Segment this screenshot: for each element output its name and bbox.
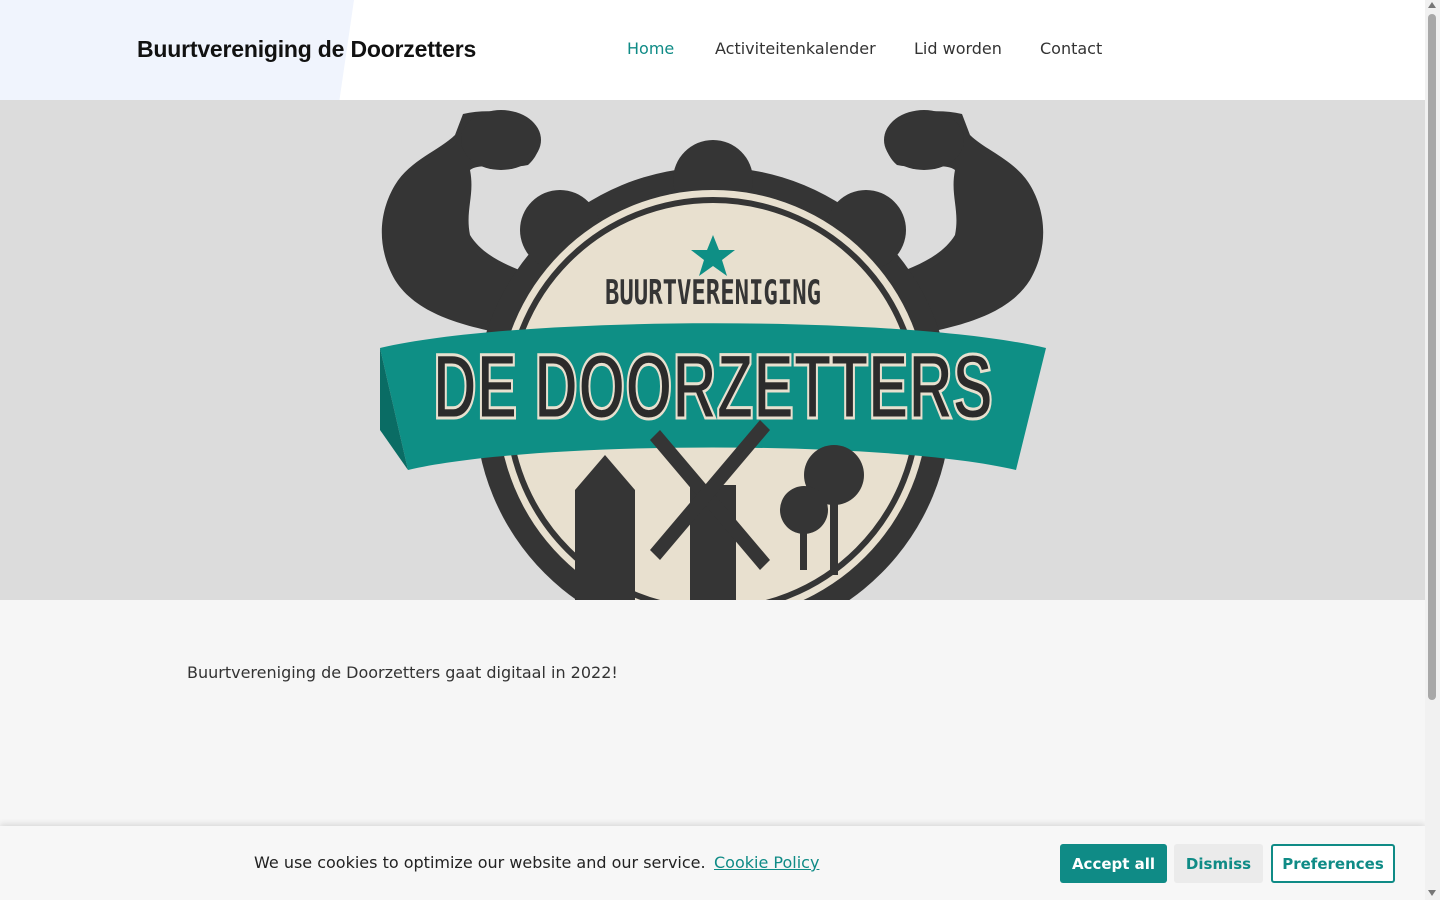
- dismiss-button[interactable]: Dismiss: [1174, 844, 1263, 883]
- accept-all-button[interactable]: Accept all: [1060, 844, 1167, 883]
- hero-banner: BUURTVERENIGING DE DOORZETTERS: [0, 100, 1425, 600]
- nav-activiteitenkalender[interactable]: Activiteitenkalender: [715, 39, 876, 58]
- logo-text-banner: DE DOORZETTERS: [433, 336, 993, 438]
- site-header: Buurtvereniging de Doorzetters Home Acti…: [0, 0, 1425, 110]
- scroll-up-arrow-icon[interactable]: [1428, 2, 1436, 8]
- cookie-policy-link[interactable]: Cookie Policy: [714, 853, 819, 872]
- nav-contact[interactable]: Contact: [1040, 39, 1102, 58]
- nav-home[interactable]: Home: [627, 39, 674, 58]
- logo-image: BUURTVERENIGING DE DOORZETTERS: [380, 110, 1046, 600]
- cookie-message: We use cookies to optimize our website a…: [254, 853, 706, 872]
- site-title[interactable]: Buurtvereniging de Doorzetters: [137, 36, 476, 63]
- preferences-button[interactable]: Preferences: [1271, 844, 1395, 883]
- intro-text: Buurtvereniging de Doorzetters gaat digi…: [187, 663, 618, 682]
- scrollbar-thumb[interactable]: [1428, 14, 1436, 700]
- logo-text-top: BUURTVERENIGING: [605, 273, 821, 313]
- nav-lid-worden[interactable]: Lid worden: [914, 39, 1002, 58]
- scroll-down-arrow-icon[interactable]: [1428, 890, 1436, 896]
- vertical-scrollbar[interactable]: [1425, 0, 1440, 900]
- cookie-banner: We use cookies to optimize our website a…: [0, 826, 1425, 900]
- main-content: Buurtvereniging de Doorzetters gaat digi…: [0, 600, 1425, 826]
